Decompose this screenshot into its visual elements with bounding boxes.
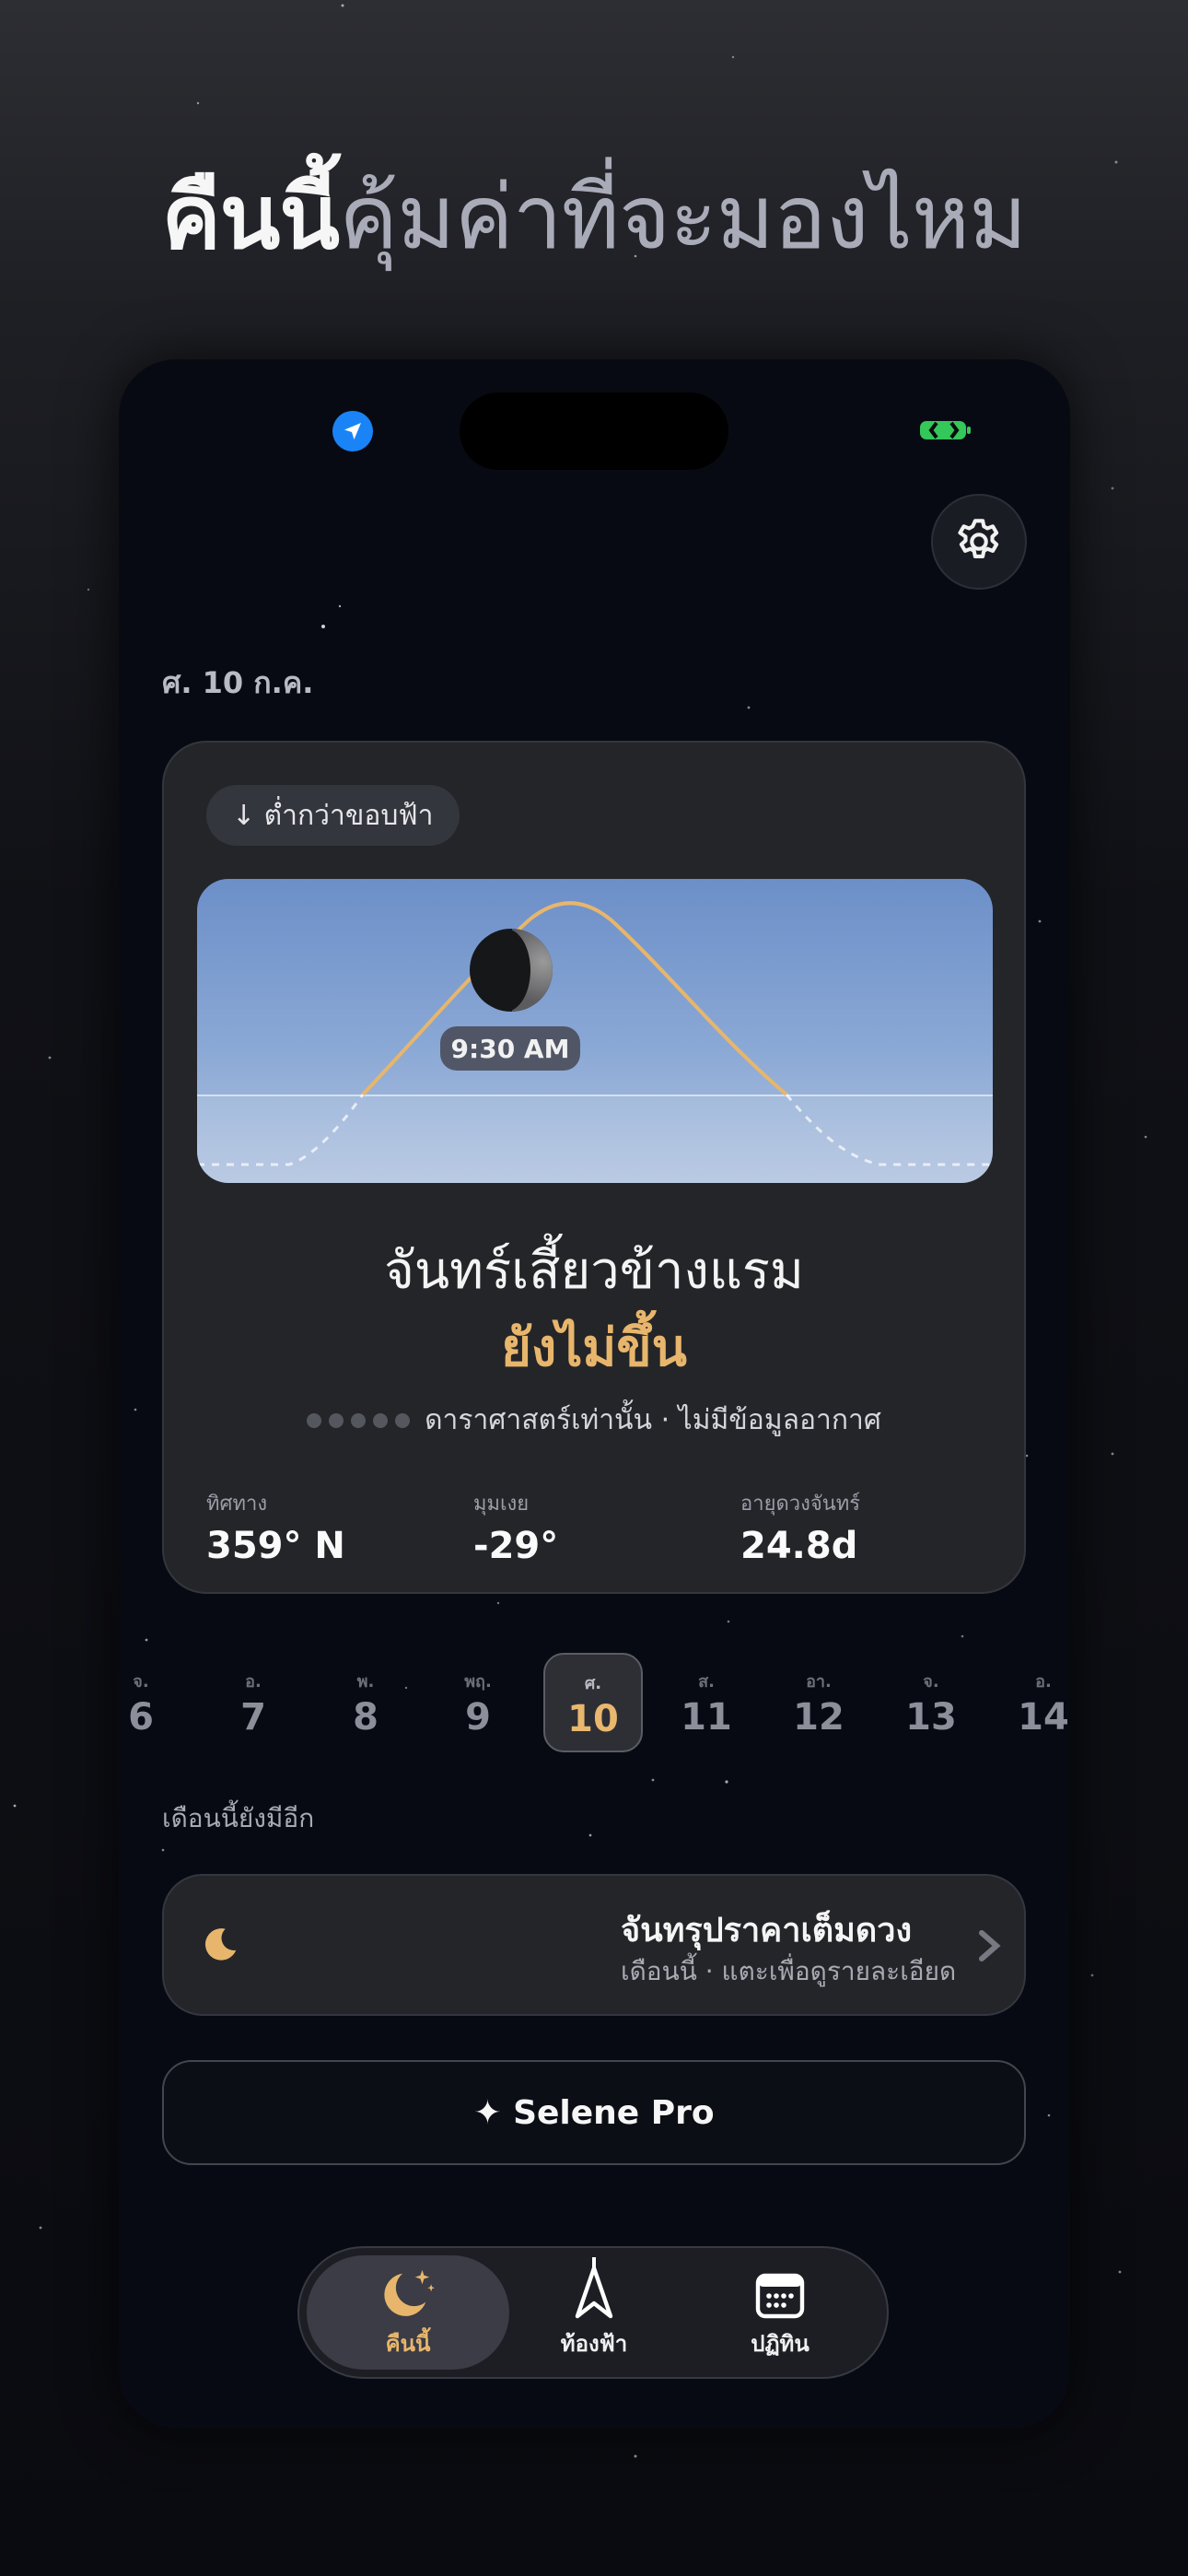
- eclipse-event-card[interactable]: จันทรุปราคาเต็มดวง เดือนนี้ · แตะเพื่อดู…: [162, 1874, 1026, 2016]
- day-item[interactable]: อ. 7: [204, 1653, 303, 1752]
- moon-status: ยังไม่ขึ้น: [501, 1318, 687, 1378]
- day-strip: จ. 6 อ. 7 พ. 8 พฤ. 9 ศ. 10 ส. 11 อา. 12 จ. 13 อ.…: [119, 1653, 1070, 1756]
- moon-stars-icon: [384, 2269, 435, 2316]
- phase-name: จันทร์เสี้ยวข้างแรม: [384, 1241, 804, 1301]
- stat-value: 24.8d: [740, 1525, 858, 1567]
- day-item[interactable]: ส. 11: [657, 1653, 756, 1752]
- time-chip: 9:30 AM: [440, 1026, 580, 1071]
- headline-dim: คุ้มค่าที่จะมองไหม: [339, 166, 1027, 269]
- moon-altitude-curve: [197, 901, 993, 1166]
- stat-label: มุมเงย: [473, 1493, 530, 1516]
- settings-button[interactable]: [931, 494, 1027, 590]
- gear-icon: [958, 519, 999, 559]
- location-arrow-icon: [332, 411, 373, 451]
- tab-tonight[interactable]: คืนนี้: [307, 2255, 509, 2370]
- stat-elevation: มุมเงย -29°: [473, 1487, 558, 1567]
- stat-moon-age: อายุดวงจันทร์ 24.8d: [740, 1487, 860, 1567]
- stat-label: อายุดวงจันทร์: [740, 1493, 861, 1516]
- battery-icon: [920, 421, 971, 439]
- section-label: เดือนนี้ยังมีอีก: [162, 1803, 315, 1833]
- horizon-pill-text: ↓ ต่ำกว่าขอบฟ้า: [232, 799, 434, 832]
- day-item[interactable]: อ. 14: [994, 1653, 1070, 1752]
- day-item[interactable]: จ. 13: [881, 1653, 981, 1752]
- tab-label: ท้องฟ้า: [560, 2331, 628, 2357]
- compass-needle-icon: [575, 2257, 613, 2319]
- quality-text: ดาราศาสตร์เท่านั้น · ไม่มีข้อมูลอากาศ: [425, 1404, 881, 1436]
- moon-card[interactable]: ↓ ต่ำกว่าขอบฟ้า 9:30 AM จันทร์เสี้ยวข้าง…: [162, 741, 1026, 1594]
- calendar-icon: [755, 2273, 805, 2319]
- date-label: ศ. 10 ก.ค.: [162, 665, 314, 700]
- tab-calendar[interactable]: ปฏิทิน: [679, 2255, 881, 2370]
- tab-bar: คืนนี้ ท้องฟ้า ปฏิทิน: [297, 2246, 889, 2379]
- chevron-right-icon: [979, 1930, 1001, 1961]
- selene-pro-button[interactable]: ✦ Selene Pro: [162, 2060, 1026, 2165]
- headline: คืนนี้คุ้มค่าที่จะมองไหม: [0, 147, 1188, 287]
- day-item[interactable]: พฤ. 9: [428, 1653, 528, 1752]
- moon-phase-icon: [470, 929, 553, 1012]
- horizon-status-pill: ↓ ต่ำกว่าขอบฟ้า: [206, 785, 460, 846]
- quality-dots: [307, 1412, 411, 1428]
- stat-value: 359° N: [206, 1525, 345, 1567]
- viewing-quality: ดาราศาสตร์เท่านั้น · ไม่มีข้อมูลอากาศ: [164, 1399, 1024, 1442]
- crescent-moon-icon: [204, 1928, 237, 1961]
- day-item[interactable]: พ. 8: [316, 1653, 415, 1752]
- day-item-selected[interactable]: ศ. 10: [543, 1653, 643, 1752]
- dynamic-island: [460, 392, 728, 470]
- stat-direction: ทิศทาง 359° N: [206, 1487, 345, 1567]
- tab-sky[interactable]: ท้องฟ้า: [493, 2255, 695, 2370]
- event-title: จันทรุปราคาเต็มดวง: [621, 1912, 913, 1950]
- event-subtitle: เดือนนี้ · แตะเพื่อดูรายละเอียด: [621, 1956, 957, 1986]
- phone-frame: ศ. 10 ก.ค. ↓ ต่ำกว่าขอบฟ้า 9:30 AM จันทร…: [119, 359, 1070, 2429]
- tab-label: ปฏิทิน: [751, 2331, 809, 2357]
- tab-label: คืนนี้: [385, 2331, 431, 2357]
- headline-bright: คืนนี้: [161, 166, 340, 269]
- stat-value: -29°: [473, 1525, 559, 1567]
- moon-path-chart: 9:30 AM: [197, 879, 993, 1183]
- stat-label: ทิศทาง: [206, 1493, 268, 1516]
- day-item[interactable]: จ. 6: [119, 1653, 191, 1752]
- day-item[interactable]: อา. 12: [769, 1653, 868, 1752]
